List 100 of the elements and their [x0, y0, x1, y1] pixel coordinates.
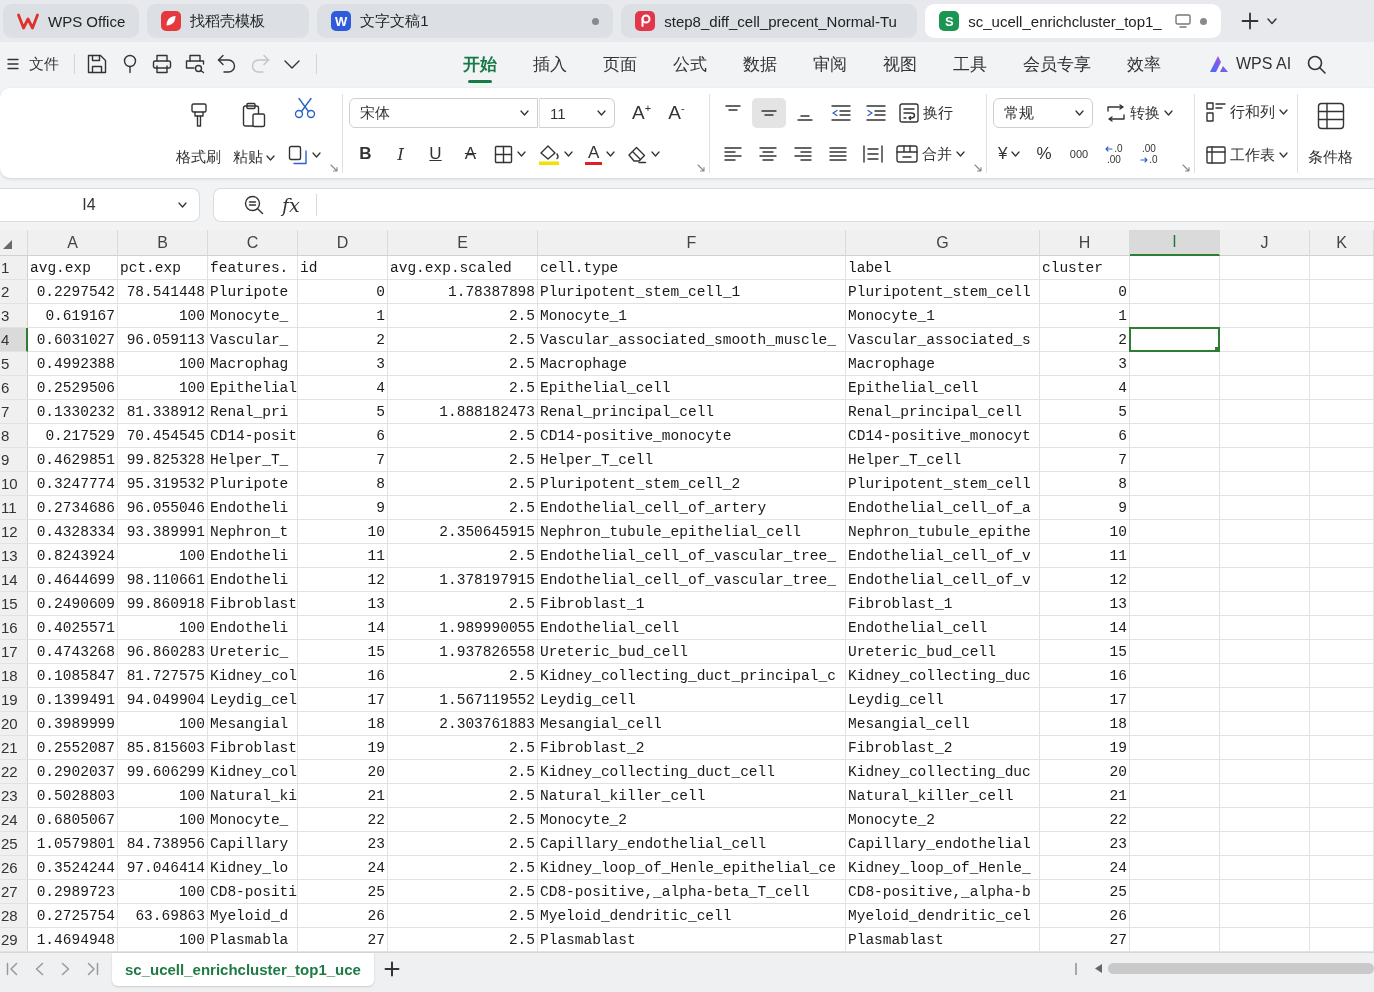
font-color-button[interactable]: A	[580, 139, 621, 169]
increase-decimal-button[interactable]: .0 .00	[1097, 139, 1131, 169]
menu-tab[interactable]: 效率	[1109, 42, 1179, 86]
font-size-select[interactable]: 11	[539, 98, 615, 128]
app-tab[interactable]: 找稻壳模板	[147, 4, 310, 38]
indent-icon[interactable]	[865, 105, 886, 121]
row-header[interactable]: 27	[0, 880, 28, 904]
row-header[interactable]: 26	[0, 856, 28, 880]
cell-cursor[interactable]	[1129, 327, 1220, 352]
row-header[interactable]: 20	[0, 712, 28, 736]
column-header[interactable]: J	[1220, 230, 1310, 256]
name-box[interactable]: I4	[0, 188, 200, 222]
chevron-down-icon[interactable]	[1267, 17, 1278, 25]
column-header[interactable]: D	[298, 230, 388, 256]
rows-columns-button[interactable]: 行和列	[1201, 97, 1293, 127]
row-header[interactable]: 17	[0, 640, 28, 664]
row-header[interactable]: 16	[0, 616, 28, 640]
save-icon[interactable]	[87, 54, 107, 74]
wrap-text-button[interactable]: 换行	[894, 98, 958, 128]
align-left-icon[interactable]	[723, 146, 742, 162]
shrink-font-button[interactable]: A$^{-}$	[660, 98, 693, 128]
row-header[interactable]: 12	[0, 520, 28, 544]
dialog-launcher-icon[interactable]	[1182, 164, 1190, 172]
strikethrough-button[interactable]: A	[454, 139, 487, 169]
search-icon[interactable]	[1307, 54, 1327, 74]
row-header[interactable]: 4	[0, 328, 28, 352]
column-header[interactable]: A	[28, 230, 118, 256]
menu-tab[interactable]: 公式	[655, 42, 725, 86]
currency-button[interactable]: ¥	[993, 139, 1026, 169]
row-header[interactable]: 14	[0, 568, 28, 592]
merge-button[interactable]: 合并	[891, 139, 970, 169]
align-middle-button[interactable]	[752, 98, 786, 128]
dialog-launcher-icon[interactable]	[697, 164, 705, 172]
row-header[interactable]: 22	[0, 760, 28, 784]
plus-icon[interactable]	[383, 961, 400, 977]
number-format-select[interactable]: 常规	[993, 98, 1093, 128]
magnifier-icon[interactable]	[244, 195, 264, 215]
app-tab[interactable]: WPS Office	[3, 4, 140, 38]
sheet-tab[interactable]: sc_ucell_enrichcluster_top1_uce	[112, 953, 374, 986]
column-header[interactable]: K	[1310, 230, 1374, 256]
column-header[interactable]: I	[1130, 230, 1220, 256]
menu-tab[interactable]: 插入	[515, 42, 585, 86]
row-header[interactable]: 9	[0, 448, 28, 472]
row-header[interactable]: 15	[0, 592, 28, 616]
function-button[interactable]: fx	[280, 194, 302, 216]
outdent-icon[interactable]	[830, 105, 851, 121]
column-header[interactable]: F	[538, 230, 846, 256]
bold-button[interactable]: B	[349, 139, 382, 169]
row-header[interactable]: 3	[0, 304, 28, 328]
plus-icon[interactable]	[1241, 12, 1260, 30]
row-header[interactable]: 13	[0, 544, 28, 568]
ai-button[interactable]: WPS AI	[1209, 55, 1292, 73]
menu-tab[interactable]: 页面	[585, 42, 655, 86]
menu-tab[interactable]: 会员专享	[1005, 42, 1109, 86]
printer-icon[interactable]	[152, 54, 172, 74]
grow-font-button[interactable]: A$^{+}$	[625, 98, 658, 128]
row-header[interactable]: 28	[0, 904, 28, 928]
format-painter-button[interactable]: 格式刷	[172, 94, 225, 173]
menu-tab[interactable]: 视图	[865, 42, 935, 86]
row-header[interactable]: 24	[0, 808, 28, 832]
percent-button[interactable]: %	[1027, 139, 1061, 169]
column-header[interactable]: H	[1040, 230, 1130, 256]
monitor-icon[interactable]	[1175, 14, 1192, 28]
column-header[interactable]: E	[388, 230, 538, 256]
row-header[interactable]: 23	[0, 784, 28, 808]
decrease-decimal-button[interactable]: .00 .0	[1132, 139, 1166, 169]
file-menu-button[interactable]: 文件	[7, 49, 59, 79]
row-header[interactable]: 1	[0, 256, 28, 280]
font-select[interactable]: 宋体	[349, 98, 538, 128]
menu-tab[interactable]: 审阅	[795, 42, 865, 86]
scroll-left-icon[interactable]	[1095, 964, 1102, 973]
menu-tab[interactable]: 数据	[725, 42, 795, 86]
menu-tab[interactable]: 工具	[935, 42, 1005, 86]
app-tab[interactable]: step8_diff_cell_precent_Normal-Tu	[621, 4, 918, 38]
column-header[interactable]: C	[208, 230, 298, 256]
justify-icon[interactable]	[828, 146, 847, 162]
distributed-icon[interactable]	[862, 145, 883, 163]
row-header[interactable]: 21	[0, 736, 28, 760]
split-handle[interactable]	[1075, 963, 1077, 975]
row-header[interactable]: 10	[0, 472, 28, 496]
undo-icon[interactable]	[217, 54, 237, 74]
horizontal-scrollbar-thumb[interactable]	[1108, 963, 1374, 974]
worksheet-button[interactable]: 工作表	[1201, 140, 1293, 170]
row-header[interactable]: 5	[0, 352, 28, 376]
paste-button[interactable]: 粘贴	[229, 94, 279, 173]
italic-button[interactable]: I	[384, 139, 417, 169]
select-all-icon[interactable]	[3, 240, 12, 249]
align-center-icon[interactable]	[758, 146, 777, 162]
app-tab[interactable]: W 文字文稿1	[317, 4, 614, 38]
row-header[interactable]: 19	[0, 688, 28, 712]
underline-button[interactable]: U	[419, 139, 452, 169]
dialog-launcher-icon[interactable]	[974, 164, 982, 172]
row-header[interactable]: 25	[0, 832, 28, 856]
row-header[interactable]: 8	[0, 424, 28, 448]
print-preview-icon[interactable]	[184, 54, 205, 74]
column-header[interactable]: G	[846, 230, 1040, 256]
row-header[interactable]: 29	[0, 928, 28, 952]
align-right-icon[interactable]	[793, 146, 812, 162]
thousands-button[interactable]: 000	[1062, 139, 1096, 169]
menu-tab[interactable]: 开始	[445, 42, 515, 86]
